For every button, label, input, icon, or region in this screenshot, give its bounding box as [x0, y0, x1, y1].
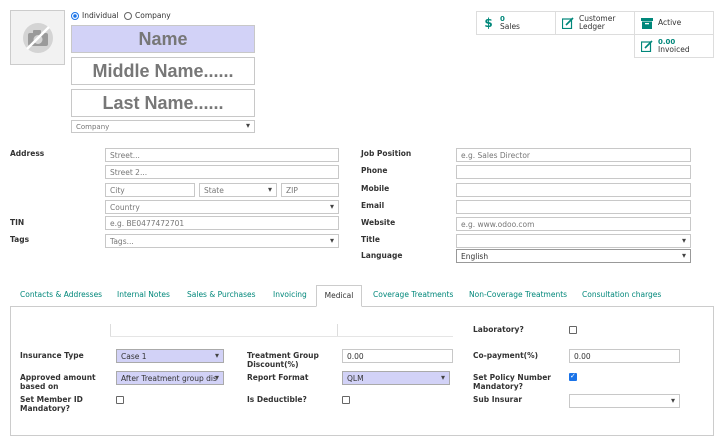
- tab-internal-notes[interactable]: Internal Notes: [111, 285, 176, 307]
- sub-insurar-label: Sub Insurar: [473, 395, 523, 404]
- tin-label: TIN: [10, 218, 25, 227]
- radio-company[interactable]: Company: [124, 11, 171, 20]
- set-member-id-label: Set Member ID Mandatory?: [20, 395, 83, 413]
- edit-icon: [561, 17, 574, 30]
- set-policy-number-checkbox[interactable]: [569, 372, 577, 381]
- set-policy-number-label: Set Policy Number Mandatory?: [473, 373, 551, 391]
- insurance-type-label: Insurance Type: [20, 351, 84, 360]
- radio-individual[interactable]: Individual: [71, 11, 119, 20]
- treatment-group-discount-input[interactable]: 0.00: [342, 349, 453, 363]
- job-position-label: Job Position: [361, 149, 412, 158]
- phone-input[interactable]: [456, 165, 691, 179]
- state-select[interactable]: State: [199, 183, 277, 197]
- email-input[interactable]: [456, 200, 691, 214]
- treatment-group-discount-label-2: Discount(%): [247, 360, 299, 369]
- website-label: Website: [361, 218, 396, 227]
- country-select[interactable]: Country: [105, 200, 339, 214]
- website-input[interactable]: e.g. www.odoo.com: [456, 217, 691, 231]
- panel-divider-2: [337, 324, 338, 336]
- last-name-input[interactable]: Last Name......: [71, 89, 255, 117]
- zip-input[interactable]: ZIP: [281, 183, 339, 197]
- set-member-id-checkbox[interactable]: [116, 396, 124, 404]
- company-select[interactable]: Company: [71, 120, 255, 133]
- panel-divider-3: [110, 336, 337, 337]
- radio-company-label: Company: [135, 11, 171, 20]
- avatar[interactable]: [10, 10, 65, 65]
- copayment-label: Co-payment(%): [473, 351, 539, 360]
- active-label: Active: [658, 18, 682, 27]
- set-policy-number-label-1: Set Policy Number: [473, 373, 552, 382]
- tin-input[interactable]: e.g. BE0477472701: [105, 216, 339, 230]
- sales-label: Sales: [500, 22, 520, 31]
- tags-label: Tags: [10, 235, 30, 244]
- address-label: Address: [10, 149, 45, 158]
- ledger-label-2: Ledger: [579, 22, 605, 31]
- dollar-icon: $: [484, 16, 493, 30]
- tab-sales-purchases[interactable]: Sales & Purchases: [181, 285, 262, 307]
- set-policy-number-label-2: Mandatory?: [473, 382, 523, 391]
- copayment-input[interactable]: 0.00: [569, 349, 680, 363]
- invoiced-button[interactable]: 0.00 Invoiced: [634, 34, 714, 58]
- panel-divider-1: [110, 324, 111, 336]
- language-select[interactable]: English: [456, 249, 691, 263]
- is-deductible-checkbox[interactable]: [342, 396, 350, 404]
- customer-ledger-button[interactable]: Customer Ledger: [555, 11, 635, 35]
- tab-invoicing[interactable]: Invoicing: [267, 285, 313, 307]
- street2-input[interactable]: Street 2...: [105, 165, 339, 179]
- job-position-input[interactable]: e.g. Sales Director: [456, 148, 691, 162]
- panel-divider-4: [337, 336, 453, 337]
- is-deductible-label: Is Deductible?: [247, 395, 307, 404]
- mobile-label: Mobile: [361, 184, 390, 193]
- tab-contacts-addresses[interactable]: Contacts & Addresses: [14, 285, 108, 307]
- mobile-input[interactable]: [456, 183, 691, 197]
- language-label: Language: [361, 251, 403, 260]
- set-member-id-label-1: Set Member ID: [20, 395, 83, 404]
- approved-amount-select[interactable]: After Treatment group dis: [116, 371, 224, 385]
- sales-button[interactable]: $ 0 Sales: [476, 11, 556, 35]
- treatment-group-discount-label: Treatment Group Discount(%): [247, 351, 319, 369]
- approved-amount-label-2: based on: [20, 382, 59, 391]
- camera-icon: [22, 22, 53, 53]
- active-button[interactable]: Active: [634, 11, 714, 35]
- radio-off-icon: [124, 11, 132, 20]
- tags-select[interactable]: Tags...: [105, 234, 339, 248]
- city-input[interactable]: City: [105, 183, 195, 197]
- treatment-group-discount-label-1: Treatment Group: [247, 351, 319, 360]
- phone-label: Phone: [361, 166, 388, 175]
- name-input[interactable]: Name: [71, 25, 255, 53]
- set-member-id-label-2: Mandatory?: [20, 404, 70, 413]
- edit-icon: [640, 40, 653, 53]
- tab-medical[interactable]: Medical: [316, 285, 362, 307]
- report-format-select[interactable]: QLM: [342, 371, 450, 385]
- tab-non-coverage-treatments[interactable]: Non-Coverage Treatments: [463, 285, 573, 307]
- radio-individual-label: Individual: [82, 11, 119, 20]
- invoiced-label: Invoiced: [658, 45, 690, 54]
- radio-on-icon: [71, 11, 79, 20]
- report-format-label: Report Format: [247, 373, 309, 382]
- approved-amount-label-1: Approved amount: [20, 373, 96, 382]
- archive-icon: [640, 17, 653, 30]
- email-label: Email: [361, 201, 385, 210]
- tab-consultation-charges[interactable]: Consultation charges: [576, 285, 667, 307]
- laboratory-label: Laboratory?: [473, 325, 524, 334]
- title-select[interactable]: [456, 234, 691, 248]
- laboratory-checkbox[interactable]: [569, 326, 577, 334]
- insurance-type-select[interactable]: Case 1: [116, 349, 224, 363]
- sub-insurar-select[interactable]: [569, 394, 680, 408]
- street-input[interactable]: Street...: [105, 148, 339, 162]
- approved-amount-label: Approved amount based on: [20, 373, 96, 391]
- title-label: Title: [361, 235, 380, 244]
- middle-name-input[interactable]: Middle Name......: [71, 57, 255, 85]
- tab-coverage-treatments[interactable]: Coverage Treatments: [367, 285, 459, 307]
